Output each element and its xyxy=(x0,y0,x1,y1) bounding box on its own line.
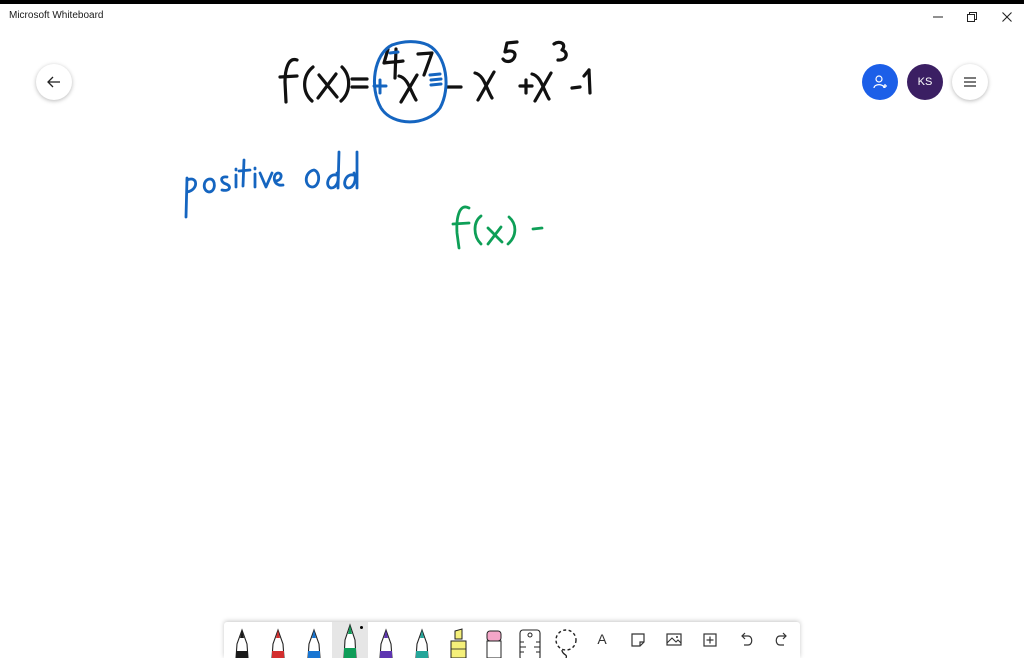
inking-toolbar: A xyxy=(224,622,800,658)
purple-pen-icon xyxy=(379,628,393,658)
image-icon xyxy=(666,633,682,646)
app-title: Microsoft Whiteboard xyxy=(9,10,104,21)
blue-pen-tool[interactable] xyxy=(296,622,332,658)
green-pen-tool[interactable] xyxy=(332,622,368,658)
selected-indicator xyxy=(360,626,363,629)
black-pen-tool[interactable] xyxy=(224,622,260,658)
close-icon xyxy=(1002,12,1012,22)
sticky-note-tool[interactable] xyxy=(620,622,656,658)
ink-note xyxy=(184,150,359,219)
redo-icon xyxy=(775,632,787,646)
undo-icon xyxy=(741,632,753,646)
red-pen-tool[interactable] xyxy=(260,622,296,658)
ruler-icon xyxy=(519,629,541,658)
teal-pen-tool[interactable] xyxy=(404,622,440,658)
minimize-button[interactable] xyxy=(921,4,955,30)
redo-button[interactable] xyxy=(764,622,800,658)
add-person-icon xyxy=(873,75,887,89)
restore-button[interactable] xyxy=(955,4,989,30)
text-tool[interactable]: A xyxy=(584,622,620,658)
red-pen-icon xyxy=(271,628,285,658)
whiteboard-window: Microsoft Whiteboard KS A xyxy=(0,0,1024,658)
user-avatar[interactable]: KS xyxy=(907,64,943,100)
close-button[interactable] xyxy=(990,4,1024,30)
lasso-tool[interactable] xyxy=(548,622,584,658)
lasso-icon xyxy=(555,629,577,658)
ruler-tool[interactable] xyxy=(512,622,548,658)
whiteboard-canvas[interactable]: KS xyxy=(0,30,1024,658)
eraser-tool[interactable] xyxy=(476,622,512,658)
black-pen-icon xyxy=(235,628,249,658)
settings-menu-button[interactable] xyxy=(952,64,988,100)
teal-pen-icon xyxy=(415,628,429,658)
hamburger-menu-icon xyxy=(964,77,976,87)
purple-pen-tool[interactable] xyxy=(368,622,404,658)
sticky-note-icon xyxy=(631,633,645,647)
title-bar: Microsoft Whiteboard xyxy=(0,4,1024,30)
back-arrow-icon xyxy=(47,76,60,88)
invite-button[interactable] xyxy=(862,64,898,100)
minimize-icon xyxy=(933,16,943,18)
ink-highlight-marks xyxy=(372,40,448,124)
undo-button[interactable] xyxy=(728,622,764,658)
highlighter-icon xyxy=(450,628,467,658)
ink-layer xyxy=(184,40,592,250)
add-tool[interactable] xyxy=(692,622,728,658)
text-tool-icon: A xyxy=(597,631,607,647)
back-button[interactable] xyxy=(36,64,72,100)
image-tool[interactable] xyxy=(656,622,692,658)
highlighter-tool[interactable] xyxy=(440,622,476,658)
eraser-icon xyxy=(486,630,502,658)
add-icon xyxy=(703,633,717,647)
ink-partial xyxy=(451,205,544,250)
blue-pen-icon xyxy=(307,628,321,658)
restore-icon xyxy=(967,12,977,22)
